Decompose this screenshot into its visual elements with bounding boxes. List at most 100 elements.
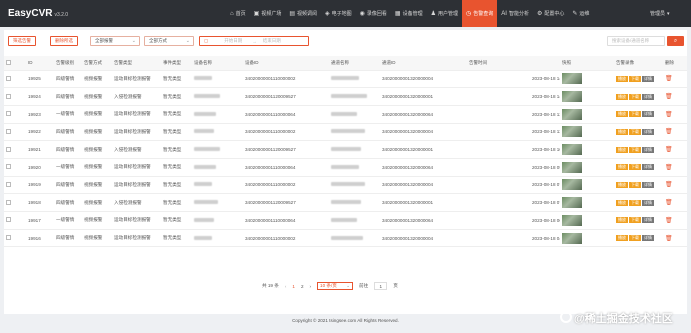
chevron-down-icon: ▾ <box>667 10 670 17</box>
nav-item-10[interactable]: ✎ 运维 <box>568 0 593 27</box>
download-button[interactable]: 下载 <box>629 199 641 206</box>
nav-item-4[interactable]: ◉ 录像回看 <box>356 0 391 27</box>
detail-button[interactable]: 详情 <box>642 217 654 224</box>
nav-item-label: 告警查询 <box>473 11 494 17</box>
download-button[interactable]: 下载 <box>629 93 641 100</box>
snapshot-thumbnail[interactable] <box>562 179 582 191</box>
trash-icon[interactable]: 🗑 <box>665 147 673 153</box>
play-button[interactable]: 播放 <box>616 146 628 153</box>
user-menu[interactable]: 管理员 ▾ <box>650 0 670 27</box>
snapshot-thumbnail[interactable] <box>562 91 582 103</box>
snapshot-thumbnail[interactable] <box>562 214 582 226</box>
row-checkbox[interactable] <box>6 181 11 187</box>
play-button[interactable]: 播放 <box>616 93 628 100</box>
trash-icon[interactable]: 🗑 <box>665 76 673 82</box>
trash-icon[interactable]: 🗑 <box>665 200 673 206</box>
row-checkbox[interactable] <box>6 146 11 152</box>
app-name: EasyCVR <box>8 8 53 19</box>
detail-button[interactable]: 详情 <box>642 93 654 100</box>
delete-selected-button[interactable]: 删除所选 <box>50 36 78 46</box>
play-button[interactable]: 播放 <box>616 181 628 188</box>
download-button[interactable]: 下载 <box>629 235 641 242</box>
download-button[interactable]: 下载 <box>629 75 641 82</box>
snapshot-thumbnail[interactable] <box>562 197 582 209</box>
nav-item-5[interactable]: ▦ 设备管理 <box>391 0 427 27</box>
goto-page-input[interactable]: 1 <box>374 282 388 290</box>
table-row: 19918 四级警情 视频报警 入侵检测报警 暂无类型 34020000001120009… <box>4 193 687 212</box>
trash-icon[interactable]: 🗑 <box>665 218 673 224</box>
row-checkbox[interactable] <box>6 128 11 134</box>
filter-alarm-button[interactable]: 筛选告警 <box>8 36 36 46</box>
nav-item-1[interactable]: ▣ 视频广场 <box>250 0 286 27</box>
date-start-input[interactable]: 开始日期 <box>224 38 242 44</box>
detail-button[interactable]: 详情 <box>642 75 654 82</box>
download-button[interactable]: 下载 <box>629 128 641 135</box>
row-checkbox[interactable] <box>6 164 11 170</box>
page-2-button[interactable]: 2 <box>301 284 304 289</box>
play-button[interactable]: 播放 <box>616 111 628 118</box>
next-page-button[interactable]: › <box>310 284 312 289</box>
alarm-level-cell: 四级警情 <box>54 70 82 89</box>
trash-icon[interactable]: 🗑 <box>665 94 673 100</box>
record-icon: ◉ <box>359 11 365 17</box>
nav-item-3[interactable]: ◈ 电子地图 <box>321 0 356 27</box>
detail-button[interactable]: 详情 <box>642 235 654 242</box>
snapshot-thumbnail[interactable] <box>562 126 582 138</box>
snapshot-thumbnail[interactable] <box>562 73 582 85</box>
trash-icon[interactable]: 🗑 <box>665 129 673 135</box>
prev-page-button[interactable]: ‹ <box>285 284 287 289</box>
nav-item-0[interactable]: ⌂ 首页 <box>226 0 250 27</box>
date-end-input[interactable]: 结束日期 <box>263 38 281 44</box>
download-button[interactable]: 下载 <box>629 164 641 171</box>
snapshot-thumbnail[interactable] <box>562 161 582 173</box>
alarm-type-select[interactable]: 全部报警 ⌄ <box>90 36 140 46</box>
detail-button[interactable]: 详情 <box>642 111 654 118</box>
search-input[interactable]: 搜索设备/通道名称 <box>607 36 665 46</box>
row-checkbox[interactable] <box>6 217 11 223</box>
download-button[interactable]: 下载 <box>629 217 641 224</box>
trash-icon[interactable]: 🗑 <box>665 236 673 242</box>
play-button[interactable]: 播放 <box>616 128 628 135</box>
play-button[interactable]: 播放 <box>616 164 628 171</box>
detail-button[interactable]: 详情 <box>642 181 654 188</box>
trash-icon[interactable]: 🗑 <box>665 182 673 188</box>
row-checkbox[interactable] <box>6 111 11 117</box>
trash-icon[interactable]: 🗑 <box>665 112 673 118</box>
device-id: 34020000001110000064 <box>245 164 296 170</box>
nav-item-label: 配置中心 <box>544 11 565 17</box>
column-header: 删除 <box>663 56 687 71</box>
play-button[interactable]: 播放 <box>616 75 628 82</box>
row-checkbox[interactable] <box>6 199 11 205</box>
snapshot-thumbnail[interactable] <box>562 108 582 120</box>
detail-button[interactable]: 详情 <box>642 128 654 135</box>
nav-item-7[interactable]: ◷ 告警查询 <box>462 0 498 27</box>
download-button[interactable]: 下载 <box>629 181 641 188</box>
detail-button[interactable]: 详情 <box>642 164 654 171</box>
app-logo[interactable]: EasyCVR v3.2.0 <box>8 8 68 19</box>
snapshot-thumbnail[interactable] <box>562 144 582 156</box>
detail-button[interactable]: 详情 <box>642 199 654 206</box>
trash-icon[interactable]: 🗑 <box>665 165 673 171</box>
date-range-picker[interactable]: ▢ 开始日期 → 结束日期 <box>199 36 309 46</box>
play-button[interactable]: 播放 <box>616 235 628 242</box>
delete-cell-cell: 🗑 <box>663 158 687 177</box>
search-button[interactable]: ⌕ <box>667 36 684 46</box>
detail-button[interactable]: 详情 <box>642 146 654 153</box>
nav-item-2[interactable]: ▤ 视频调阅 <box>285 0 321 27</box>
nav-item-9[interactable]: ⚙ 配置中心 <box>533 0 568 27</box>
select-all-checkbox[interactable] <box>6 59 11 65</box>
nav-item-8[interactable]: AI 智能分析 <box>497 0 533 27</box>
download-button[interactable]: 下载 <box>629 146 641 153</box>
nav-item-6[interactable]: ♟ 用户管理 <box>427 0 462 27</box>
snapshot-cell-cell <box>560 105 614 124</box>
row-checkbox[interactable] <box>6 235 11 241</box>
page-size-select[interactable]: 10 条/页 ⌄ <box>317 282 354 290</box>
row-checkbox[interactable] <box>6 93 11 99</box>
alarm-method-select[interactable]: 全部方式 ⌄ <box>144 36 194 46</box>
row-checkbox[interactable] <box>6 75 11 81</box>
snapshot-thumbnail[interactable] <box>562 232 582 244</box>
page-1-button[interactable]: 1 <box>292 284 295 289</box>
play-button[interactable]: 播放 <box>616 217 628 224</box>
download-button[interactable]: 下载 <box>629 111 641 118</box>
play-button[interactable]: 播放 <box>616 199 628 206</box>
